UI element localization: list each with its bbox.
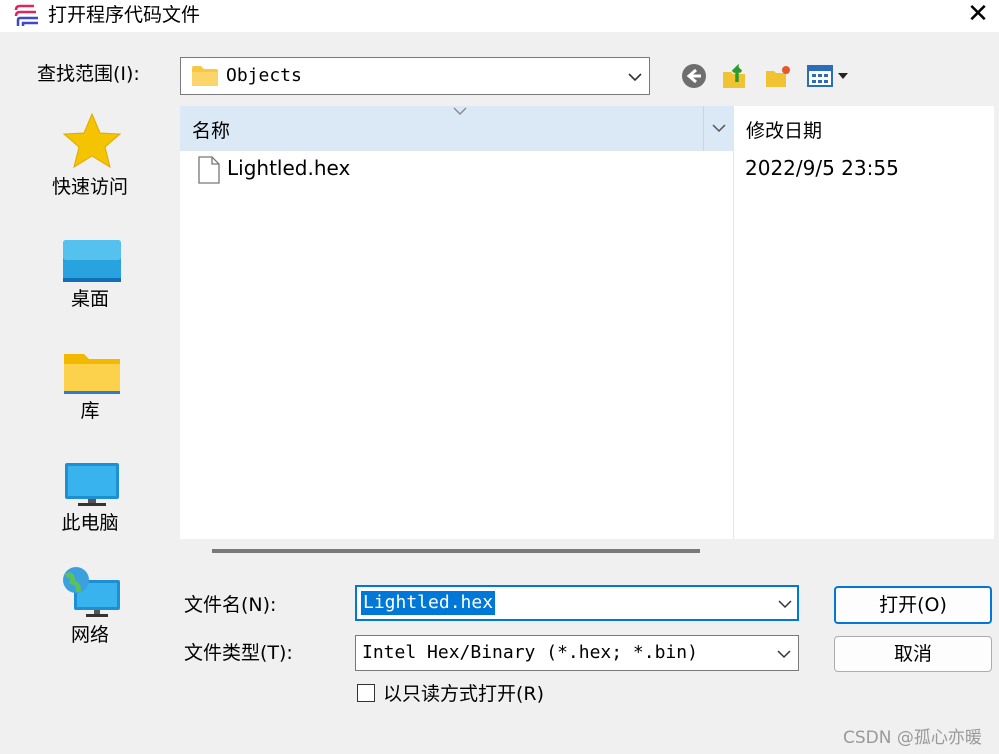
column-header-name[interactable]: 名称 bbox=[180, 106, 703, 151]
column-divider bbox=[733, 106, 734, 539]
app-logo-icon bbox=[14, 4, 38, 26]
desktop-icon bbox=[63, 240, 121, 282]
lookin-dropdown[interactable]: Objects bbox=[180, 57, 650, 95]
lookin-value: Objects bbox=[226, 65, 302, 86]
filename-value: Lightled.hex bbox=[361, 591, 496, 615]
computer-icon bbox=[65, 463, 119, 506]
view-menu-icon[interactable] bbox=[806, 62, 854, 90]
title-bar: 打开程序代码文件 ✕ bbox=[0, 0, 999, 32]
library-folder-icon bbox=[64, 354, 120, 394]
close-button[interactable]: ✕ bbox=[958, 0, 998, 30]
file-icon bbox=[198, 156, 220, 184]
filetype-dropdown[interactable]: Intel Hex/Binary (*.hex; *.bin) bbox=[355, 635, 799, 671]
chevron-down-icon bbox=[712, 124, 726, 133]
column-filter-button[interactable] bbox=[703, 106, 733, 151]
places-bar: 快速访问 桌面 库 此电脑 网络 bbox=[0, 100, 180, 646]
sort-indicator-icon bbox=[453, 107, 467, 115]
file-list[interactable]: 名称 修改日期 Lightled.hex 2022/9/5 23:55 bbox=[180, 106, 994, 539]
lookin-label: 查找范围(I): bbox=[37, 63, 140, 85]
network-icon bbox=[63, 567, 120, 617]
place-this-pc[interactable]: 此电脑 bbox=[0, 436, 180, 546]
readonly-checkbox[interactable] bbox=[357, 684, 375, 702]
place-network[interactable]: 网络 bbox=[0, 548, 180, 658]
up-folder-icon[interactable] bbox=[721, 62, 749, 90]
filetype-value: Intel Hex/Binary (*.hex; *.bin) bbox=[362, 642, 698, 663]
folder-icon bbox=[192, 66, 218, 86]
place-desktop[interactable]: 桌面 bbox=[0, 212, 180, 322]
place-library[interactable]: 库 bbox=[0, 324, 180, 434]
place-label: 此电脑 bbox=[61, 512, 119, 534]
watermark-text: CSDN @孤心亦暖 bbox=[843, 728, 982, 748]
chevron-down-icon[interactable] bbox=[627, 72, 643, 82]
place-label: 快速访问 bbox=[51, 176, 128, 198]
chevron-down-icon[interactable] bbox=[776, 649, 792, 659]
column-name-label: 名称 bbox=[192, 120, 231, 142]
place-label: 网络 bbox=[70, 624, 109, 646]
cancel-button[interactable]: 取消 bbox=[834, 636, 992, 672]
horizontal-scrollbar[interactable] bbox=[212, 549, 700, 553]
readonly-label[interactable]: 以只读方式打开(R) bbox=[383, 682, 544, 706]
file-name: Lightled.hex bbox=[227, 156, 351, 180]
filename-input[interactable]: Lightled.hex bbox=[355, 585, 799, 621]
place-label: 库 bbox=[80, 400, 100, 422]
file-date: 2022/9/5 23:55 bbox=[745, 156, 899, 180]
window-title: 打开程序代码文件 bbox=[48, 4, 201, 26]
new-folder-icon[interactable] bbox=[764, 62, 792, 90]
star-icon bbox=[62, 112, 122, 169]
back-icon[interactable] bbox=[680, 62, 708, 90]
place-label: 桌面 bbox=[70, 288, 109, 310]
file-row[interactable]: Lightled.hex bbox=[180, 154, 733, 186]
column-header-date[interactable]: 修改日期 bbox=[746, 116, 822, 143]
open-button[interactable]: 打开(O) bbox=[834, 586, 992, 624]
chevron-down-icon[interactable] bbox=[777, 599, 793, 609]
filetype-label: 文件类型(T): bbox=[184, 642, 293, 664]
place-quick-access[interactable]: 快速访问 bbox=[0, 100, 180, 210]
filename-label: 文件名(N): bbox=[184, 594, 277, 616]
